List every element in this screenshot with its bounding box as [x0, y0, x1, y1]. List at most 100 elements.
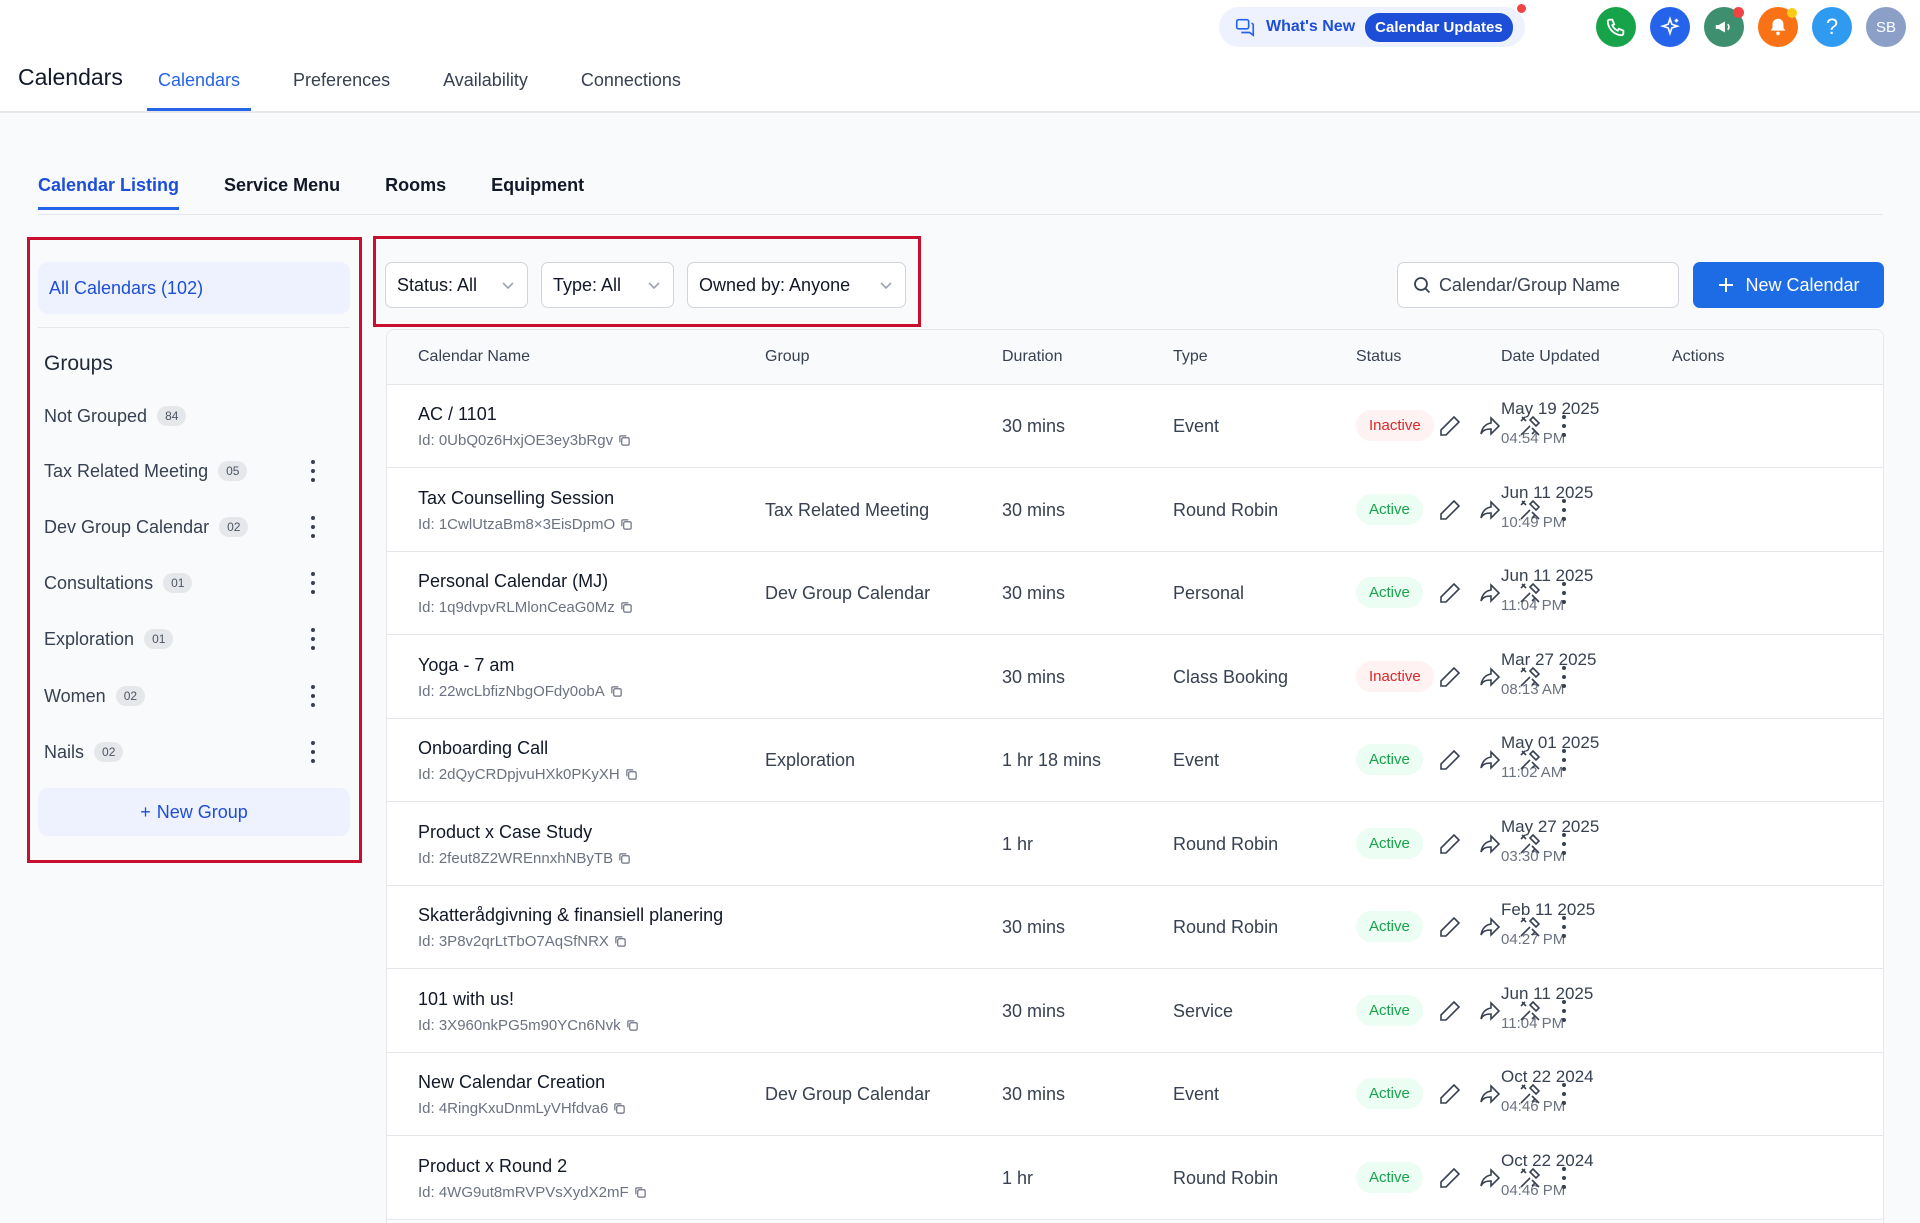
tools-icon[interactable] [1517, 580, 1543, 606]
subtab-equipment[interactable]: Equipment [491, 175, 584, 210]
new-calendar-button[interactable]: New Calendar [1693, 262, 1884, 308]
group-item-consultations[interactable]: Consultations 01 [44, 568, 350, 598]
row-menu-icon[interactable] [1561, 832, 1567, 855]
avatar[interactable]: SB [1866, 7, 1906, 47]
group-menu-icon[interactable] [310, 741, 316, 763]
table-row[interactable]: Personal Calendar (MJ) Id: 1q9dvpvRLMlonC… [387, 552, 1883, 635]
status-filter[interactable]: Status: All [385, 262, 528, 308]
share-icon[interactable] [1477, 580, 1503, 606]
table-row[interactable]: Skatterådgivning & finansiell planering I… [387, 886, 1883, 969]
calendar-name[interactable]: Product x Case Study [418, 822, 592, 843]
phone-button[interactable] [1596, 7, 1636, 47]
share-icon[interactable] [1477, 1165, 1503, 1191]
tools-icon[interactable] [1517, 914, 1543, 940]
copy-icon[interactable] [620, 518, 633, 531]
calendar-name[interactable]: Skatterådgivning & finansiell planering [418, 905, 723, 926]
search-box[interactable] [1397, 262, 1679, 308]
share-icon[interactable] [1477, 998, 1503, 1024]
copy-icon[interactable] [625, 768, 638, 781]
copy-icon[interactable] [614, 935, 627, 948]
tools-icon[interactable] [1517, 664, 1543, 690]
tools-icon[interactable] [1517, 497, 1543, 523]
group-item-not-grouped[interactable]: Not Grouped 84 [44, 401, 350, 431]
calendar-name[interactable]: Personal Calendar (MJ) [418, 571, 608, 592]
edit-icon[interactable] [1437, 747, 1463, 773]
tools-icon[interactable] [1517, 831, 1543, 857]
edit-icon[interactable] [1437, 664, 1463, 690]
tools-icon[interactable] [1517, 747, 1543, 773]
table-row[interactable]: Yoga - 7 am Id: 22wcLbfizNbgOFdy0obA 30 mi… [387, 636, 1883, 719]
edit-icon[interactable] [1437, 413, 1463, 439]
group-item-tax-related-meeting[interactable]: Tax Related Meeting 05 [44, 456, 350, 486]
search-input[interactable] [1438, 274, 1678, 296]
calendar-name[interactable]: Tax Counselling Session [418, 488, 614, 509]
tools-icon[interactable] [1517, 1165, 1543, 1191]
calendar-name[interactable]: Product x Round 2 [418, 1156, 567, 1177]
tools-icon[interactable] [1517, 998, 1543, 1024]
tools-icon[interactable] [1517, 1081, 1543, 1107]
share-icon[interactable] [1477, 664, 1503, 690]
tools-icon[interactable] [1517, 413, 1543, 439]
calendar-name[interactable]: Yoga - 7 am [418, 655, 514, 676]
tab-calendars[interactable]: Calendars [147, 66, 252, 111]
edit-icon[interactable] [1437, 497, 1463, 523]
row-menu-icon[interactable] [1561, 1166, 1567, 1189]
calendar-name[interactable]: AC / 1101 [418, 404, 497, 425]
edit-icon[interactable] [1437, 580, 1463, 606]
row-menu-icon[interactable] [1561, 665, 1567, 688]
row-menu-icon[interactable] [1561, 916, 1567, 938]
group-menu-icon[interactable] [310, 516, 316, 538]
edit-icon[interactable] [1437, 1081, 1463, 1107]
calendar-name[interactable]: Onboarding Call [418, 738, 548, 759]
copy-icon[interactable] [620, 601, 633, 614]
calendar-name[interactable]: 101 with us! [418, 989, 514, 1010]
row-menu-icon[interactable] [1561, 415, 1567, 437]
row-menu-icon[interactable] [1561, 1083, 1567, 1105]
group-menu-icon[interactable] [310, 460, 316, 482]
table-row[interactable]: Onboarding Call Id: 2dQyCRDpjvuHXk0PKyXH E… [387, 719, 1883, 802]
group-item-exploration[interactable]: Exploration 01 [44, 624, 350, 654]
copy-icon[interactable] [613, 1102, 626, 1115]
table-row[interactable]: Product x Round 2 Id: 4WG9ut8mRVPVsXydX2m… [387, 1137, 1883, 1220]
share-icon[interactable] [1477, 747, 1503, 773]
owner-filter[interactable]: Owned by: Anyone [687, 262, 906, 308]
tab-availability[interactable]: Availability [432, 66, 539, 111]
type-filter[interactable]: Type: All [541, 262, 674, 308]
subtab-service-menu[interactable]: Service Menu [224, 175, 340, 210]
ai-button[interactable] [1650, 7, 1690, 47]
share-icon[interactable] [1477, 497, 1503, 523]
edit-icon[interactable] [1437, 831, 1463, 857]
group-item-dev-group-calendar[interactable]: Dev Group Calendar 02 [44, 512, 350, 542]
copy-icon[interactable] [626, 1019, 639, 1032]
new-group-button[interactable]: + New Group [38, 788, 350, 836]
group-menu-icon[interactable] [310, 685, 316, 707]
share-icon[interactable] [1477, 1081, 1503, 1107]
tab-preferences[interactable]: Preferences [282, 66, 401, 111]
row-menu-icon[interactable] [1561, 999, 1567, 1022]
whats-new-banner[interactable]: What's New Calendar Updates [1219, 7, 1525, 47]
table-row[interactable]: Tax Counselling Session Id: 1CwlUtzaBm8×3… [387, 469, 1883, 552]
tab-connections[interactable]: Connections [570, 66, 692, 111]
copy-icon[interactable] [618, 434, 631, 447]
group-item-nails[interactable]: Nails 02 [44, 737, 350, 767]
copy-icon[interactable] [610, 685, 623, 698]
table-row[interactable]: AC / 1101 Id: 0UbQ0z6HxjOE3ey3bRgv 30 mins… [387, 385, 1883, 468]
table-row[interactable]: 101 with us! Id: 3X960nkPG5m90YCn6Nvk 30 m… [387, 970, 1883, 1053]
edit-icon[interactable] [1437, 998, 1463, 1024]
table-row[interactable]: New Calendar Creation Id: 4RingKxuDnmLyVH… [387, 1053, 1883, 1136]
group-menu-icon[interactable] [310, 628, 316, 650]
subtab-rooms[interactable]: Rooms [385, 175, 446, 210]
row-menu-icon[interactable] [1561, 582, 1567, 604]
share-icon[interactable] [1477, 831, 1503, 857]
row-menu-icon[interactable] [1561, 749, 1567, 771]
subtab-calendar-listing[interactable]: Calendar Listing [38, 175, 180, 210]
row-menu-icon[interactable] [1561, 498, 1567, 521]
group-menu-icon[interactable] [310, 572, 316, 594]
calendar-updates-pill[interactable]: Calendar Updates [1365, 12, 1513, 42]
edit-icon[interactable] [1437, 914, 1463, 940]
table-row[interactable]: Product x Case Study Id: 2feut8Z2WREnnxhN… [387, 803, 1883, 886]
copy-icon[interactable] [618, 852, 631, 865]
calendar-name[interactable]: New Calendar Creation [418, 1072, 605, 1093]
all-calendars-item[interactable]: All Calendars (102) [38, 262, 350, 314]
share-icon[interactable] [1477, 413, 1503, 439]
